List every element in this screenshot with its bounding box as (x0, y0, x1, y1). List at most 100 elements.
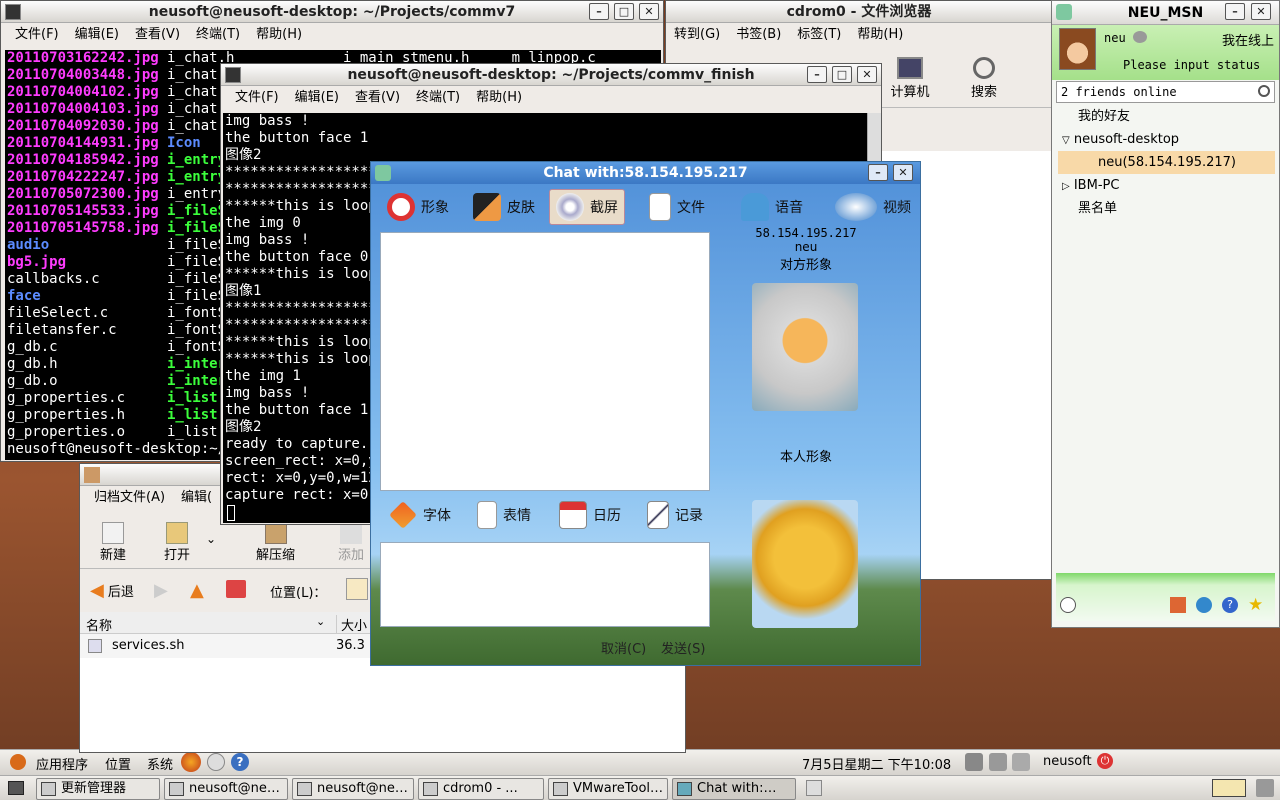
terminal1-menubar: 文件(F) 编辑(E) 查看(V) 终端(T) 帮助(H) (1, 23, 663, 47)
show-desktop-icon[interactable] (8, 781, 24, 795)
terminal-line: rect: x=0,y=0,w=12 (225, 470, 377, 486)
col-name-header[interactable]: 名称 (86, 615, 112, 634)
menu-help[interactable]: 帮助(H) (849, 23, 911, 47)
history-tool-button[interactable]: 记录 (641, 498, 709, 532)
group-my-friends[interactable]: 我的好友 (1056, 105, 1275, 128)
task-vmware[interactable]: VMwareTool… (548, 778, 668, 800)
up-arrow-icon[interactable]: ▲ (190, 580, 204, 601)
home-icon[interactable] (226, 580, 246, 598)
chat-window: Chat with:58.154.195.217 – ✕ 形象 皮肤 截屏 文件… (370, 161, 921, 666)
menu-bookmarks[interactable]: 书签(B) (728, 23, 789, 47)
task-terminal-1[interactable]: neusoft@ne… (164, 778, 288, 800)
message-input[interactable] (380, 542, 710, 627)
menu-view[interactable]: 查看(V) (347, 86, 408, 110)
power-icon[interactable]: ⏻ (1097, 753, 1113, 769)
applications-menu[interactable]: 应用程序 (36, 754, 88, 773)
menu-archive[interactable]: 归档文件(A) (86, 486, 173, 510)
close-button[interactable]: ✕ (639, 3, 659, 20)
group-ibm-pc[interactable]: ▷ IBM-PC (1056, 174, 1275, 197)
tools-icon[interactable] (1170, 597, 1186, 613)
menu-edit[interactable]: 编辑(E) (287, 86, 347, 110)
terminal1-prompt: neusoft@neusoft-desktop:~/P (7, 441, 235, 457)
cancel-button[interactable]: 取消(C) (601, 638, 646, 657)
mail-icon[interactable] (207, 753, 225, 771)
maximize-button[interactable]: □ (614, 3, 634, 20)
menu-terminal[interactable]: 终端(T) (188, 23, 248, 47)
archive-icon (553, 782, 568, 796)
clock[interactable]: 7月5日星期二 下午10:08 (802, 754, 951, 773)
friends-search-input[interactable]: 2 friends online (1056, 81, 1275, 103)
file-tool-button[interactable]: 文件 (643, 190, 711, 224)
new-button[interactable]: 新建 (100, 522, 126, 563)
status-message-input[interactable]: Please input status (1123, 58, 1260, 72)
system-menu[interactable]: 系统 (147, 754, 173, 773)
extract-button[interactable]: 解压缩 (256, 522, 295, 563)
keyboard-icon[interactable] (989, 753, 1007, 771)
online-status[interactable]: 我在线上 (1222, 30, 1274, 49)
menu-help[interactable]: 帮助(H) (248, 23, 310, 47)
cdrom-menubar: 转到(G) 书签(B) 标签(T) 帮助(H) (666, 23, 1052, 47)
trash-icon[interactable] (806, 780, 822, 796)
add-button[interactable]: 添加 (338, 522, 364, 563)
skin-tool-button[interactable]: 皮肤 (467, 190, 541, 224)
menu-help[interactable]: 帮助(H) (468, 86, 530, 110)
menu-tabs[interactable]: 标签(T) (789, 23, 849, 47)
group-neusoft-desktop[interactable]: ▽ neusoft-desktop (1056, 128, 1275, 151)
minimize-button[interactable]: – (807, 66, 827, 83)
sort-chevron-icon[interactable]: ⌄ (316, 615, 325, 628)
computer-button[interactable]: 计算机 (888, 57, 932, 100)
terminal-line: ******this is loop (225, 198, 377, 214)
refresh-icon[interactable] (1196, 597, 1212, 613)
font-tool-button[interactable]: 字体 (383, 498, 457, 532)
screenshot-tool-button[interactable]: 截屏 (549, 189, 625, 225)
col-size-header[interactable]: 大小 (336, 615, 367, 634)
menu-goto[interactable]: 转到(G) (666, 23, 728, 47)
user-name[interactable]: neusoft (1043, 754, 1092, 769)
minimize-button[interactable]: – (868, 164, 888, 181)
maximize-button[interactable]: □ (832, 66, 852, 83)
close-button[interactable]: ✕ (857, 66, 877, 83)
video-tool-button[interactable]: 视频 (829, 190, 917, 224)
close-button[interactable]: ✕ (893, 164, 913, 181)
send-button[interactable]: 发送(S) (661, 638, 705, 657)
menu-file[interactable]: 文件(F) (7, 23, 67, 47)
open-button[interactable]: 打开 (164, 522, 190, 563)
voice-tool-button[interactable]: 语音 (735, 190, 809, 224)
menu-edit[interactable]: 编辑(E) (67, 23, 127, 47)
menu-view[interactable]: 查看(V) (127, 23, 188, 47)
help-icon[interactable]: ? (1222, 597, 1238, 613)
firefox-icon[interactable] (181, 752, 201, 772)
forward-arrow-icon[interactable]: ▶ (154, 580, 168, 601)
places-menu[interactable]: 位置 (105, 754, 131, 773)
calendar-tool-button[interactable]: 日历 (553, 498, 627, 532)
menu-file[interactable]: 文件(F) (227, 86, 287, 110)
workspace-switcher[interactable] (1212, 779, 1246, 797)
emoticon-tool-button[interactable]: 表情 (471, 498, 537, 532)
back-button[interactable]: ◀ 后退 (90, 580, 134, 601)
minimize-button[interactable]: – (589, 3, 609, 20)
group-blacklist[interactable]: 黑名单 (1056, 197, 1275, 220)
menu-terminal[interactable]: 终端(T) (408, 86, 468, 110)
open-dropdown-chevron-icon[interactable]: ⌄ (206, 532, 216, 546)
chat-history[interactable] (380, 232, 710, 491)
terminal-line: the button face 1 (225, 402, 369, 418)
task-chat[interactable]: Chat with:… (672, 778, 796, 800)
minimize-button[interactable]: – (1225, 3, 1245, 20)
task-cdrom[interactable]: cdrom0 - ... (418, 778, 544, 800)
file-name: services.sh (112, 638, 185, 653)
battery-icon[interactable] (1012, 753, 1030, 771)
task-update-manager[interactable]: 更新管理器 (36, 778, 160, 800)
search-button[interactable]: 搜索 (962, 57, 1006, 100)
friend-neu[interactable]: neu(58.154.195.217) (1058, 151, 1275, 174)
star-icon[interactable]: ★ (1248, 595, 1263, 615)
user-avatar[interactable] (1059, 28, 1096, 70)
close-button[interactable]: ✕ (1251, 3, 1271, 20)
trash-applet-icon[interactable] (1256, 779, 1274, 797)
location-folder-icon[interactable] (346, 578, 368, 600)
task-terminal-2[interactable]: neusoft@ne… (292, 778, 414, 800)
clock-icon[interactable] (1060, 597, 1076, 613)
menu-edit[interactable]: 编辑( (173, 486, 220, 510)
avatar-tool-button[interactable]: 形象 (381, 190, 455, 224)
network-icon[interactable] (965, 753, 983, 771)
help-icon[interactable]: ? (231, 753, 249, 771)
